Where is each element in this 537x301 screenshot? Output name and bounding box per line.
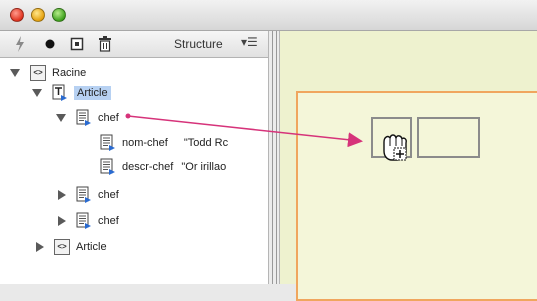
hand-place-icon: [383, 134, 407, 161]
disclosure-triangle-icon[interactable]: [10, 69, 20, 77]
doc-element-icon: [100, 158, 116, 176]
close-window-button[interactable]: [10, 8, 24, 22]
panel-splitter[interactable]: [268, 31, 280, 284]
tree-item-label: chef: [98, 112, 119, 124]
doc-element-icon: [100, 134, 116, 152]
lightning-icon[interactable]: [10, 34, 30, 54]
disclosure-triangle-icon[interactable]: [58, 216, 66, 226]
tree-row[interactable]: descr-chef "Or irillao: [100, 157, 226, 177]
tree-item-label: Racine: [52, 67, 87, 79]
circle-icon[interactable]: [40, 34, 60, 54]
tree-row[interactable]: Article: [32, 83, 111, 103]
tree-item-label: nom-chef: [122, 137, 168, 149]
tree-row[interactable]: <> Article: [36, 237, 107, 257]
window-titlebar: [0, 0, 537, 31]
tree-row[interactable]: chef: [58, 185, 119, 205]
structure-toolbar: Structure ▾☰: [0, 31, 268, 58]
doc-element-icon: [76, 212, 92, 230]
tree-item-value: "Todd Rc: [183, 137, 229, 149]
xml-element-icon: <>: [30, 65, 46, 81]
zoom-window-button[interactable]: [52, 8, 66, 22]
tree-row[interactable]: nom-chef "Todd Rc: [100, 133, 228, 153]
text-frame[interactable]: [417, 117, 480, 158]
tree-item-label: Article: [76, 241, 107, 253]
tree-item-value: "Or irillao: [181, 161, 227, 173]
tree-row[interactable]: chef: [58, 211, 119, 231]
trash-icon[interactable]: [95, 34, 115, 54]
structure-panel: Structure ▾☰ <> Racine Article chef nom-…: [0, 31, 268, 284]
tree-item-label: Article: [74, 86, 111, 100]
disclosure-triangle-icon[interactable]: [32, 89, 42, 97]
minimize-window-button[interactable]: [31, 8, 45, 22]
panel-menu-button[interactable]: ▾☰: [241, 35, 258, 49]
tree-item-label: descr-chef: [122, 161, 174, 173]
doc-element-icon: [76, 186, 92, 204]
tag-icon[interactable]: [67, 34, 87, 54]
structure-title: Structure: [174, 37, 223, 51]
tree-row[interactable]: chef: [56, 108, 119, 128]
tree-row[interactable]: <> Racine: [10, 63, 86, 83]
xml-element-icon: <>: [54, 239, 70, 255]
disclosure-triangle-icon[interactable]: [56, 114, 66, 122]
disclosure-triangle-icon[interactable]: [58, 190, 66, 200]
tree-item-label: chef: [98, 215, 119, 227]
doc-element-icon: [76, 109, 92, 127]
text-element-icon: [52, 84, 68, 102]
disclosure-triangle-icon[interactable]: [36, 242, 44, 252]
tree-item-label: chef: [98, 189, 119, 201]
